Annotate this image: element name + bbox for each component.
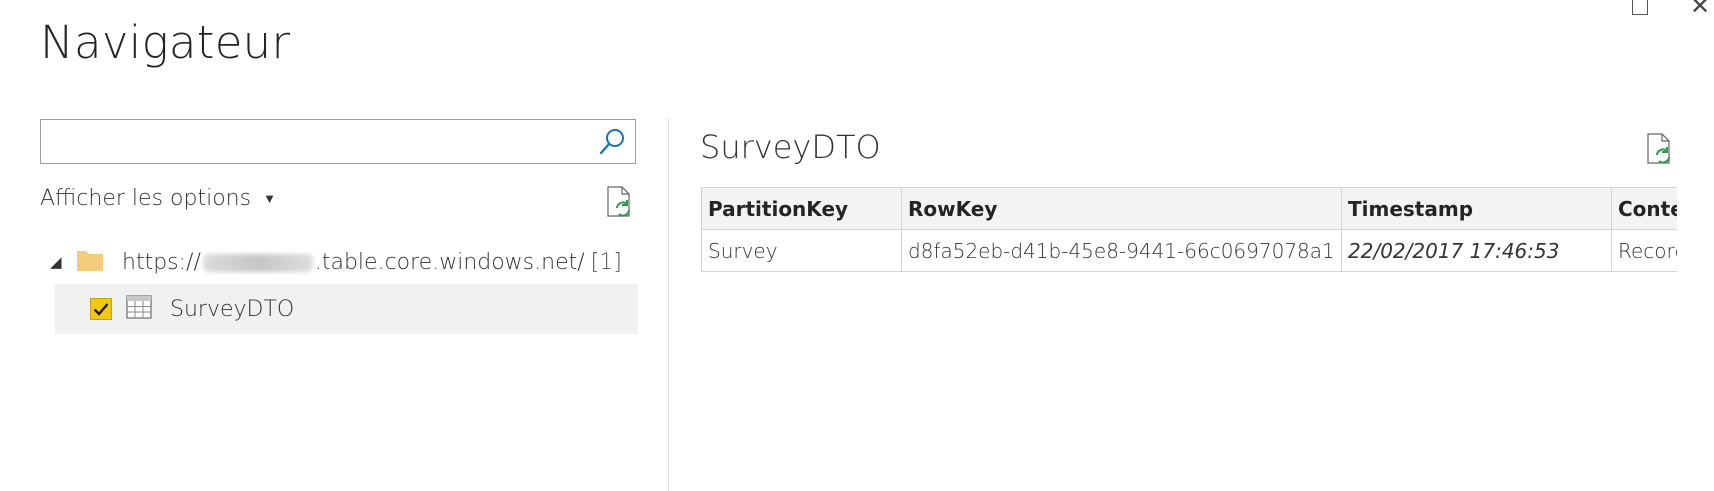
folder-icon: [76, 248, 104, 276]
chevron-down-icon: ▼: [263, 192, 276, 207]
item-count: [1]: [590, 249, 622, 275]
collapse-triangle-icon[interactable]: ◢: [50, 253, 68, 271]
tree-root-label: https:// .table.core.windows.net/[1]: [122, 250, 622, 275]
search-icon[interactable]: [597, 127, 627, 161]
table-header-row: PartitionKey RowKey Timestamp Conter: [701, 187, 1677, 230]
redacted-account-name: [202, 253, 313, 272]
tree-root-node[interactable]: ◢ https:// .table.core.windows.net/[1]: [50, 244, 622, 280]
display-options-dropdown[interactable]: Afficher les options ▼: [40, 186, 276, 211]
table-cell[interactable]: 22/02/2017 17:46:53: [1341, 229, 1612, 272]
item-checkbox[interactable]: [90, 298, 112, 320]
refresh-icon: [607, 186, 630, 217]
close-icon: ✕: [1690, 0, 1711, 20]
panel-divider: [668, 118, 669, 491]
close-button[interactable]: ✕: [1690, 0, 1710, 18]
preview-refresh-button[interactable]: [1645, 133, 1675, 169]
column-header[interactable]: PartitionKey: [701, 187, 902, 230]
table-cell[interactable]: Record: [1611, 229, 1677, 272]
refresh-icon: [1647, 133, 1670, 164]
page-title: Navigateur: [40, 16, 291, 69]
column-header[interactable]: RowKey: [901, 187, 1342, 230]
table-cell[interactable]: d8fa52eb-d41b-45e8-9441-66c0697078a1: [901, 229, 1342, 272]
table-cell[interactable]: Survey: [701, 229, 902, 272]
url-suffix: .table.core.windows.net/: [314, 249, 585, 275]
preview-table: PartitionKey RowKey Timestamp Conter Sur…: [701, 187, 1677, 272]
table-row: Survey d8fa52eb-d41b-45e8-9441-66c069707…: [701, 229, 1677, 272]
preview-grid: PartitionKey RowKey Timestamp Conter Sur…: [701, 187, 1677, 277]
display-options-label: Afficher les options: [40, 186, 252, 211]
search-input[interactable]: [49, 122, 593, 164]
preview-title: SurveyDTO: [700, 128, 881, 166]
search-box: [40, 119, 636, 164]
tree-item-label: SurveyDTO: [170, 296, 295, 322]
maximize-button[interactable]: [1632, 0, 1648, 15]
column-header[interactable]: Timestamp: [1341, 187, 1612, 230]
refresh-button[interactable]: [605, 186, 635, 222]
tree-item-surveydto[interactable]: SurveyDTO: [55, 284, 638, 334]
table-icon: [126, 295, 152, 323]
checkmark-icon: [93, 303, 109, 316]
column-header[interactable]: Conter: [1611, 187, 1677, 230]
url-prefix: https://: [122, 249, 201, 275]
